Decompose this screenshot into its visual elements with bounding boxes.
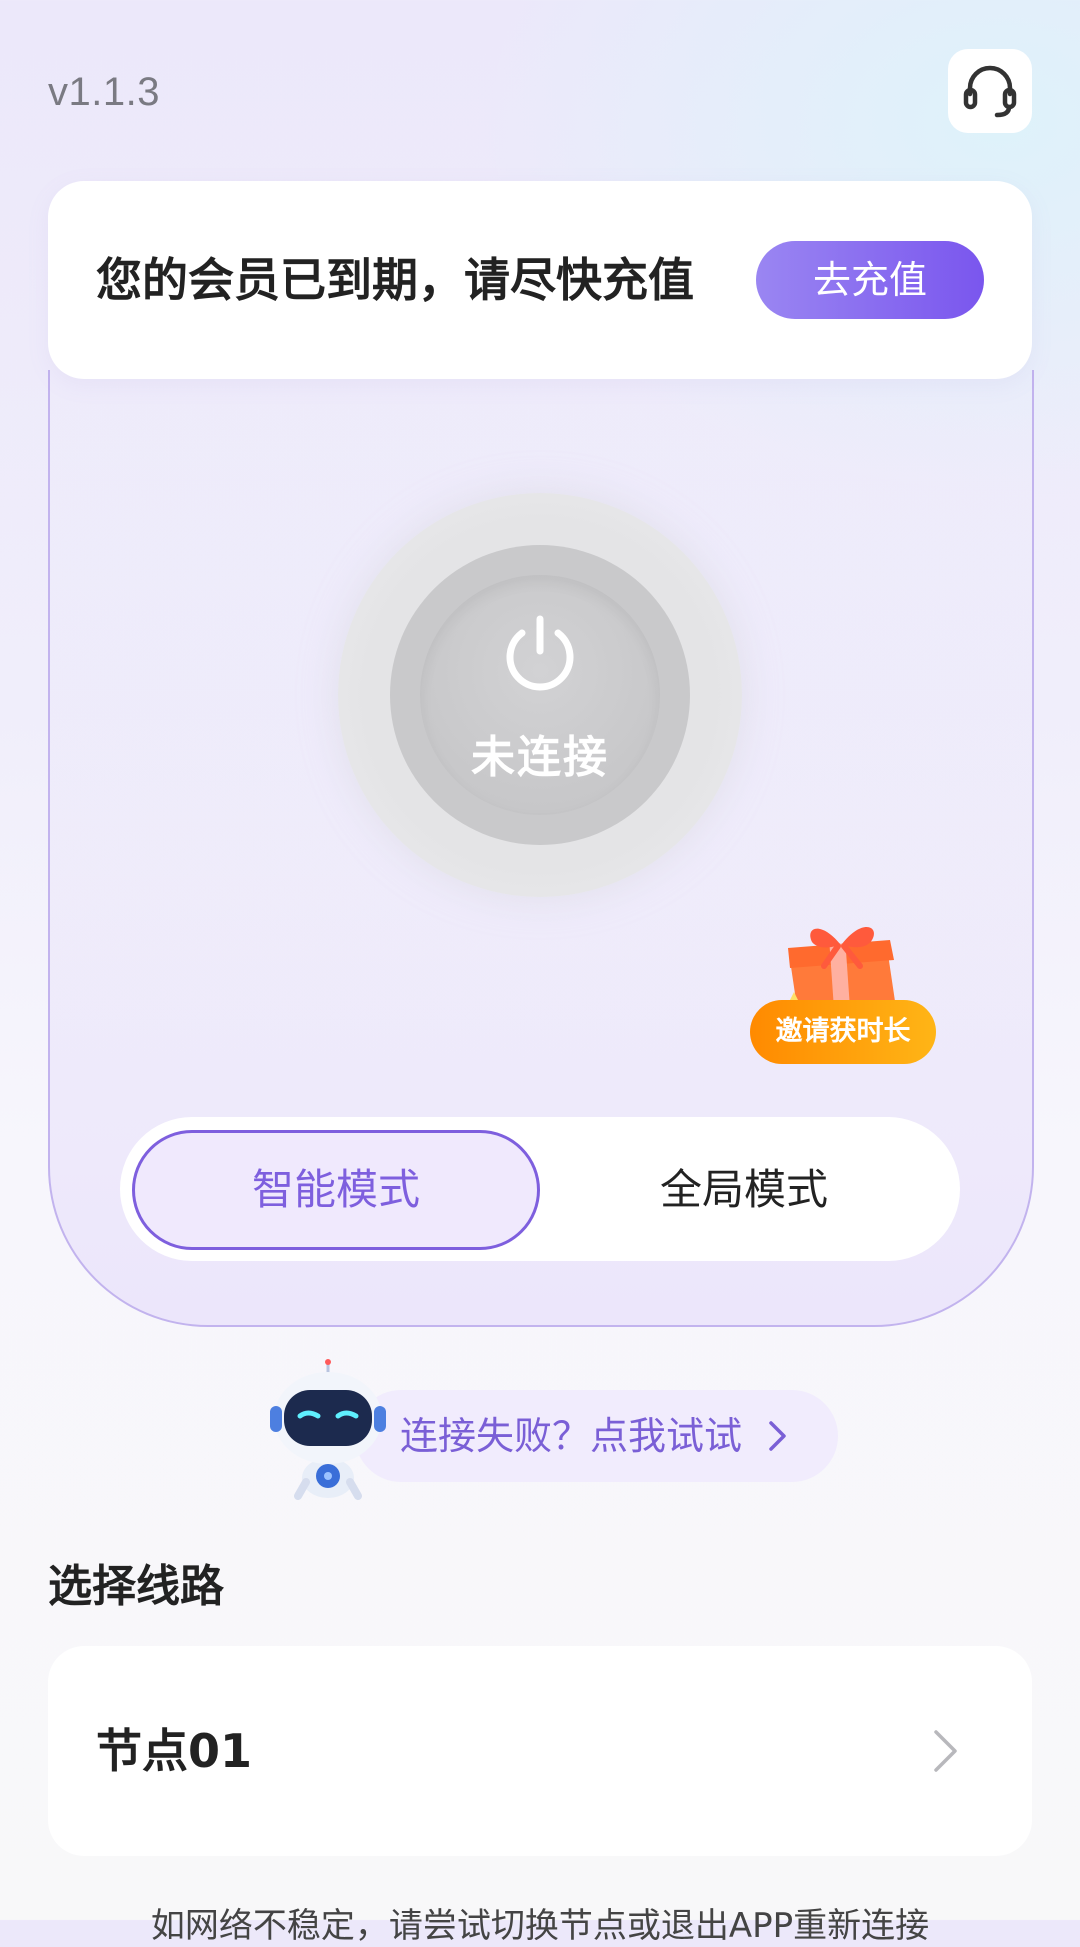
connection-help-text: 连接失败？点我试试 — [400, 1414, 743, 1458]
invite-reward-label: 邀请获时长 — [750, 1000, 936, 1064]
invite-reward-button[interactable]: 邀请获时长 — [750, 910, 938, 1068]
connect-button[interactable]: 未连接 — [338, 493, 742, 897]
recharge-button[interactable]: 去充值 — [756, 241, 984, 319]
node-selector[interactable]: 节点01 — [48, 1646, 1032, 1856]
route-section-title: 选择线路 — [48, 1561, 224, 1612]
mode-global-option[interactable]: 全局模式 — [540, 1130, 948, 1250]
support-button[interactable] — [948, 49, 1032, 133]
selected-node-name: 节点01 — [96, 1724, 253, 1778]
mode-smart-option[interactable]: 智能模式 — [132, 1130, 540, 1250]
mode-switch: 智能模式 全局模式 — [120, 1117, 960, 1261]
membership-expired-message: 您的会员已到期，请尽快充值 — [96, 253, 694, 307]
connect-button-ring: 未连接 — [390, 545, 690, 845]
chevron-right-icon — [934, 1730, 957, 1772]
connect-button-core: 未连接 — [420, 575, 660, 815]
connection-help-button[interactable]: 连接失败？点我试试 — [355, 1390, 838, 1482]
membership-expired-card: 您的会员已到期，请尽快充值 去充值 — [48, 181, 1032, 379]
robot-icon — [270, 1359, 386, 1500]
network-tip: 如网络不稳定，请尝试切换节点或退出APP重新连接 — [150, 1906, 930, 1946]
chevron-right-icon — [769, 1421, 786, 1451]
power-icon — [506, 615, 574, 691]
connection-status: 未连接 — [471, 732, 609, 783]
headset-icon — [963, 65, 1017, 118]
app-version: v1.1.3 — [48, 70, 160, 114]
